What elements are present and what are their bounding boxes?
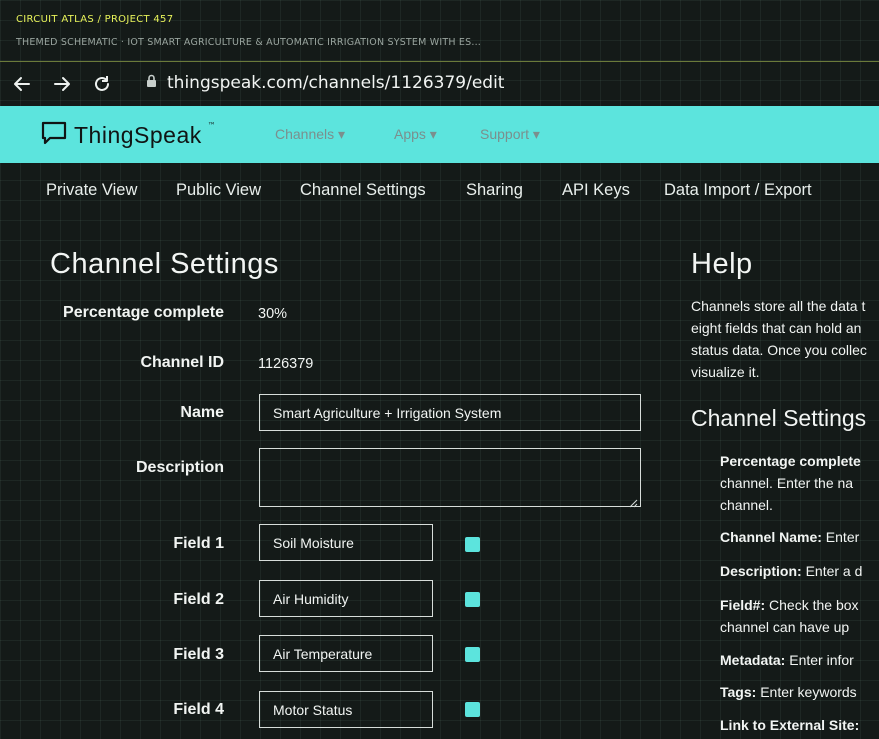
description-label: Description <box>135 459 224 476</box>
name-label: Name <box>180 404 224 421</box>
field-4-input[interactable]: Motor Status <box>259 691 433 728</box>
field-2-checkbox[interactable] <box>465 592 480 607</box>
thingspeak-navbar: ThingSpeak ™ Channels ▾ Apps ▾ Support ▾ <box>0 106 879 163</box>
help-line: eight fields that can hold an <box>691 320 862 336</box>
help-settings-title: Channel Settings <box>691 405 867 431</box>
channel-id-value: 1126379 <box>258 356 314 372</box>
address-bar[interactable]: thingspeak.com/channels/1126379/edit <box>146 73 504 93</box>
nav-channels[interactable]: Channels ▾ <box>275 126 345 143</box>
resize-handle-icon[interactable] <box>629 495 638 508</box>
nav-support[interactable]: Support ▾ <box>480 126 540 143</box>
trademark: ™ <box>207 120 216 130</box>
tab-data-import-export[interactable]: Data Import / Export <box>664 181 812 200</box>
help-bullet-percentage: Percentage complete channel. Enter the n… <box>720 450 879 516</box>
forward-arrow-icon[interactable] <box>49 71 75 97</box>
help-bullet-field: Field#: Check the box channel can have u… <box>720 594 879 638</box>
help-title: Help <box>691 248 753 280</box>
percent-value: 30% <box>258 306 288 322</box>
help-bullet-metadata: Metadata: Enter infor <box>720 649 879 671</box>
url-text: thingspeak.com/channels/1126379/edit <box>167 73 505 93</box>
project-header: CIRCUIT ATLAS / PROJECT 457 THEMED SCHEM… <box>0 0 879 62</box>
channel-id-label: Channel ID <box>140 354 224 371</box>
help-bullet-external-site: Link to External Site: <box>720 714 879 736</box>
brand-name: ThingSpeak <box>74 121 202 148</box>
field-1-input[interactable]: Soil Moisture <box>259 524 433 561</box>
reload-icon[interactable] <box>89 71 115 97</box>
help-line: Channels store all the data t <box>691 298 866 314</box>
field-3-checkbox[interactable] <box>465 647 480 662</box>
chat-bubble-icon <box>40 120 68 150</box>
field-1-label: Field 1 <box>173 535 224 552</box>
help-line: status data. Once you collec <box>691 342 867 358</box>
help-bullet-channel-name: Channel Name: Enter <box>720 526 879 548</box>
browser-toolbar: thingspeak.com/channels/1126379/edit <box>0 63 879 105</box>
description-textarea[interactable] <box>259 448 641 508</box>
percent-label: Percentage complete <box>63 304 224 321</box>
tab-api-keys[interactable]: API Keys <box>562 181 630 200</box>
breadcrumb[interactable]: CIRCUIT ATLAS / PROJECT 457 <box>16 14 173 25</box>
lock-icon <box>146 73 157 93</box>
field-3-input[interactable]: Air Temperature <box>259 635 433 672</box>
tab-private-view[interactable]: Private View <box>46 181 137 200</box>
name-input[interactable]: Smart Agriculture + Irrigation System <box>259 394 641 431</box>
field-2-label: Field 2 <box>173 591 224 608</box>
page-title: Channel Settings <box>50 248 279 280</box>
nav-apps[interactable]: Apps ▾ <box>394 126 437 143</box>
field-4-checkbox[interactable] <box>465 702 480 717</box>
project-subtitle: THEMED SCHEMATIC · IOT SMART AGRICULTURE… <box>16 37 482 48</box>
field-3-label: Field 3 <box>173 646 224 663</box>
help-bullet-description: Description: Enter a d <box>720 560 879 582</box>
tab-channel-settings[interactable]: Channel Settings <box>300 181 426 200</box>
field-2-input[interactable]: Air Humidity <box>259 580 433 617</box>
field-4-label: Field 4 <box>173 701 224 718</box>
back-arrow-icon[interactable] <box>9 71 35 97</box>
thingspeak-logo[interactable]: ThingSpeak ™ <box>40 120 216 150</box>
tab-sharing[interactable]: Sharing <box>466 181 523 200</box>
help-bullet-tags: Tags: Enter keywords <box>720 681 879 703</box>
help-paragraph: Channels store all the data t eight fiel… <box>691 295 879 383</box>
tab-public-view[interactable]: Public View <box>176 181 261 200</box>
help-line: visualize it. <box>691 364 760 380</box>
field-1-checkbox[interactable] <box>465 537 480 552</box>
